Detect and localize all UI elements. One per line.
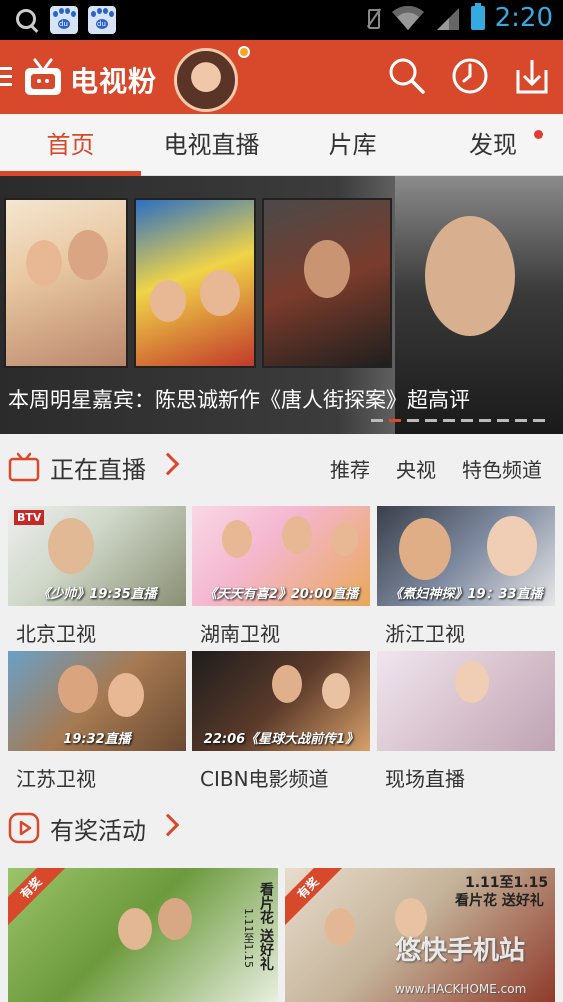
program-overlay: 《天天有喜2》20:00直播 (203, 587, 359, 602)
channel-tile[interactable]: BTV 《少帅》19:35直播 北京卫视 (8, 506, 186, 647)
discover-badge-dot (534, 130, 543, 139)
tv-logo-icon[interactable] (22, 57, 64, 99)
app-title: 电视粉 (70, 65, 158, 98)
activity-section-title[interactable]: 有奖活动 (50, 811, 146, 846)
channel-name: 浙江卫视 (385, 622, 465, 646)
activity-date: 1.11至1.15 (242, 908, 255, 968)
program-overlay: 《少帅》19:35直播 (37, 587, 157, 602)
activity-text: 看片花 送好礼 (258, 882, 274, 971)
banner-poster (262, 198, 392, 368)
download-icon[interactable] (512, 56, 552, 96)
battery-icon (470, 3, 485, 30)
app-bar: 电视粉 (0, 40, 563, 114)
program-overlay: 22:06《星球大战前传1》 (203, 732, 359, 747)
vibrate-off-icon (363, 5, 381, 31)
channel-thumbnail: 19:32直播 (8, 651, 186, 751)
notification-dot (238, 46, 250, 58)
channel-thumbnail: 22:06《星球大战前传1》 (192, 651, 370, 751)
banner-poster (134, 198, 256, 368)
channel-tile[interactable]: 《天天有喜2》20:00直播 湖南卫视 (192, 506, 370, 647)
channel-thumbnail: BTV 《少帅》19:35直播 (8, 506, 186, 606)
wifi-icon (391, 5, 424, 30)
channel-tile[interactable]: 19:32直播 江苏卫视 (8, 651, 186, 792)
activity-section-header: 有奖活动 (0, 795, 563, 861)
channel-logo: BTV (14, 510, 45, 525)
menu-icon[interactable] (0, 67, 12, 87)
tab-home[interactable]: 首页 (0, 114, 141, 176)
channel-thumbnail (377, 651, 555, 751)
filter-recommended[interactable]: 推荐 (330, 454, 370, 483)
filter-special-channels[interactable]: 特色频道 (462, 454, 542, 483)
status-bar: du du 2:20 (0, 0, 563, 40)
live-section-header: 正在直播 推荐 央视 特色频道 (0, 434, 563, 500)
channel-name: 江苏卫视 (16, 767, 96, 791)
baidu-paw-icon: du (88, 6, 116, 34)
main-tabs: 首页 电视直播 片库 发现 (0, 114, 563, 176)
channel-name: 湖南卫视 (200, 622, 280, 646)
tv-icon (8, 452, 40, 482)
channel-thumbnail: 《煮妇神探》19：33直播 (377, 506, 555, 606)
activity-card[interactable]: 有奖 看片花 送好礼 1.11至1.15 (8, 868, 278, 1002)
search-icon[interactable] (387, 56, 427, 96)
channel-tile[interactable]: 22:06《星球大战前传1》 CIBN电影频道 (192, 651, 370, 792)
chevron-right-icon[interactable] (156, 452, 180, 476)
banner-caption: 本周明星嘉宾：陈思诚新作《唐人街探案》超高评 (8, 388, 470, 412)
tab-tv-live[interactable]: 电视直播 (141, 114, 282, 176)
activity-text: 看片花 送好礼 (455, 893, 544, 909)
search-icon (14, 7, 40, 33)
live-section-title[interactable]: 正在直播 (50, 450, 146, 485)
tab-library[interactable]: 片库 (282, 114, 423, 176)
play-circle-icon (8, 812, 40, 844)
tab-discover[interactable]: 发现 (423, 114, 563, 176)
filter-cctv[interactable]: 央视 (396, 454, 436, 483)
program-overlay: 《煮妇神探》19：33直播 (389, 587, 543, 602)
channel-tile[interactable]: 《煮妇神探》19：33直播 浙江卫视 (377, 506, 555, 647)
baidu-paw-icon: du (50, 6, 78, 34)
banner-poster (4, 198, 128, 368)
clock-time: 2:20 (494, 3, 553, 33)
featured-banner[interactable]: 本周明星嘉宾：陈思诚新作《唐人街探案》超高评 (0, 176, 563, 434)
watermark-url: www.HACKHOME.com (395, 982, 527, 996)
banner-page-indicator (371, 419, 545, 422)
history-clock-icon[interactable] (450, 56, 490, 96)
avatar[interactable] (174, 48, 238, 112)
signal-icon (436, 8, 459, 30)
prize-ribbon: 有奖 (8, 868, 70, 927)
chevron-right-icon[interactable] (156, 813, 180, 837)
channel-thumbnail: 《天天有喜2》20:00直播 (192, 506, 370, 606)
channel-tile[interactable]: 现场直播 (377, 651, 555, 792)
channel-name: 北京卫视 (16, 622, 96, 646)
channel-name: CIBN电影频道 (200, 767, 329, 791)
channel-name: 现场直播 (385, 767, 465, 791)
program-overlay: 19:32直播 (63, 732, 131, 747)
watermark: 悠快手机站 (395, 936, 526, 966)
activity-date: 1.11至1.15 (465, 875, 549, 891)
